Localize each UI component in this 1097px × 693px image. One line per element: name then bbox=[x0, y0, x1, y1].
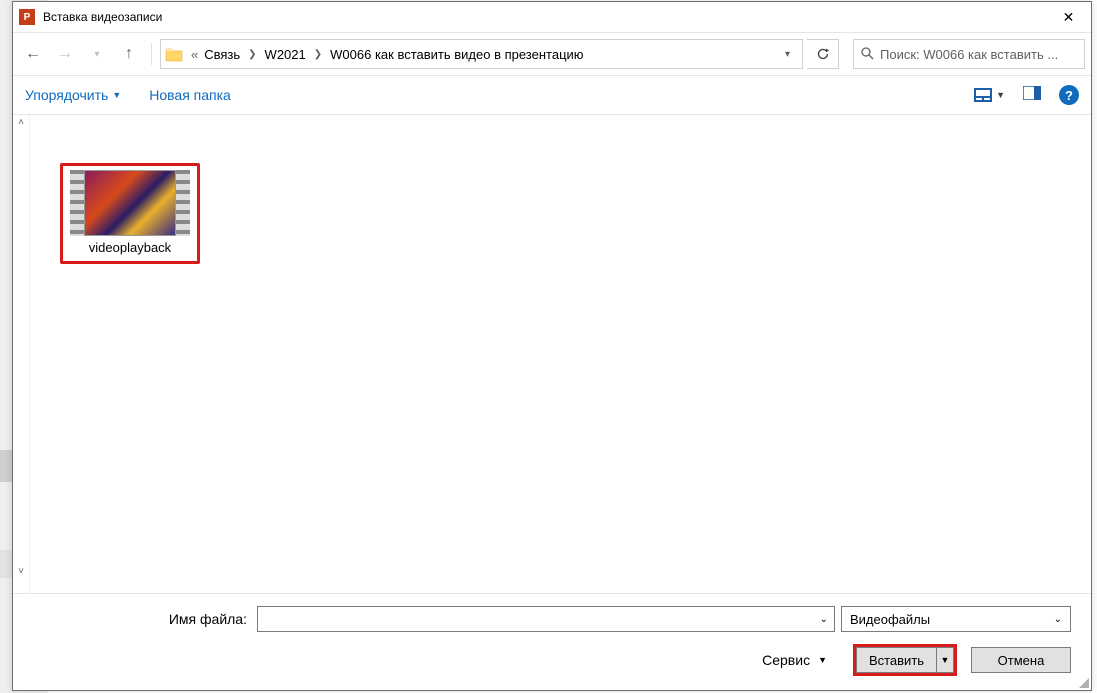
preview-pane-icon bbox=[1023, 86, 1041, 100]
filename-label: Имя файла: bbox=[33, 611, 251, 627]
chevron-down-icon: ▼ bbox=[112, 90, 121, 100]
address-bar[interactable]: « Связь ❯ W2021 ❯ W0066 как вставить вид… bbox=[160, 39, 803, 69]
command-bar: Упорядочить ▼ Новая папка ▼ ? bbox=[13, 75, 1091, 115]
filename-input[interactable]: ⌄ bbox=[257, 606, 835, 632]
film-strip-icon bbox=[176, 170, 190, 236]
refresh-button[interactable] bbox=[807, 39, 839, 69]
powerpoint-icon: P bbox=[19, 9, 35, 25]
chevron-down-icon: ⌄ bbox=[1054, 614, 1062, 625]
dialog-title: Вставка видеозаписи bbox=[43, 10, 1046, 24]
dialog-footer: Имя файла: ⌄ Видеофайлы ⌄ Сервис ▼ Встав… bbox=[13, 593, 1091, 690]
file-browser-area: ˄ ˅ videoplayback bbox=[13, 115, 1091, 593]
search-placeholder: Поиск: W0066 как вставить ... bbox=[880, 47, 1058, 62]
new-folder-label: Новая папка bbox=[149, 87, 231, 103]
insert-button[interactable]: Вставить bbox=[856, 647, 936, 673]
breadcrumb[interactable]: W2021 bbox=[265, 47, 306, 62]
cancel-button[interactable]: Отмена bbox=[971, 647, 1071, 673]
address-dropdown[interactable]: ▾ bbox=[777, 49, 798, 60]
chevron-down-icon: ▼ bbox=[996, 90, 1005, 100]
chevron-down-icon: ▼ bbox=[818, 655, 827, 665]
search-input[interactable]: Поиск: W0066 как вставить ... bbox=[853, 39, 1085, 69]
scroll-up-icon: ˄ bbox=[18, 117, 24, 128]
file-list[interactable]: videoplayback bbox=[30, 115, 1091, 593]
video-thumbnail bbox=[70, 170, 190, 236]
navigation-row: ← → ▾ ↑ « Связь ❯ W2021 ❯ W0066 как вста… bbox=[13, 33, 1091, 75]
separator bbox=[151, 43, 152, 65]
help-button[interactable]: ? bbox=[1059, 85, 1079, 105]
file-item-selected[interactable]: videoplayback bbox=[60, 163, 200, 264]
up-button[interactable]: ↑ bbox=[115, 40, 143, 68]
insert-button-highlight: Вставить ▼ bbox=[853, 644, 957, 676]
scroll-down-icon: ˅ bbox=[18, 566, 24, 577]
film-strip-icon bbox=[70, 170, 84, 236]
filetype-value: Видеофайлы bbox=[850, 612, 930, 627]
breadcrumb[interactable]: Связь bbox=[204, 47, 240, 62]
forward-button[interactable]: → bbox=[51, 40, 79, 68]
back-button[interactable]: ← bbox=[19, 40, 47, 68]
thumbnails-icon bbox=[974, 88, 992, 102]
folder-icon bbox=[165, 46, 183, 62]
search-icon bbox=[860, 46, 874, 63]
service-label: Сервис bbox=[762, 652, 810, 668]
file-name: videoplayback bbox=[67, 240, 193, 255]
nav-pane-scrollbar[interactable]: ˄ ˅ bbox=[13, 115, 30, 593]
breadcrumb[interactable]: W0066 как вставить видео в презентацию bbox=[330, 47, 583, 62]
refresh-icon bbox=[816, 47, 830, 61]
chevron-right-icon[interactable]: ❯ bbox=[308, 49, 328, 60]
close-button[interactable]: ✕ bbox=[1046, 2, 1091, 33]
view-mode-button[interactable]: ▼ bbox=[974, 88, 1005, 102]
resize-grip[interactable] bbox=[1077, 676, 1089, 688]
preview-pane-button[interactable] bbox=[1023, 86, 1041, 105]
recent-locations-button[interactable]: ▾ bbox=[83, 40, 111, 68]
insert-dropdown-button[interactable]: ▼ bbox=[936, 647, 954, 673]
service-button[interactable]: Сервис ▼ bbox=[762, 652, 827, 668]
filetype-select[interactable]: Видеофайлы ⌄ bbox=[841, 606, 1071, 632]
chevron-down-icon[interactable]: ⌄ bbox=[820, 614, 828, 625]
titlebar: P Вставка видеозаписи ✕ bbox=[13, 2, 1091, 33]
insert-video-dialog: P Вставка видеозаписи ✕ ← → ▾ ↑ « Связь … bbox=[12, 1, 1092, 691]
breadcrumb-prefix: « bbox=[191, 47, 202, 62]
organize-button[interactable]: Упорядочить ▼ bbox=[25, 87, 121, 103]
chevron-right-icon[interactable]: ❯ bbox=[242, 49, 262, 60]
new-folder-button[interactable]: Новая папка bbox=[149, 87, 231, 103]
organize-label: Упорядочить bbox=[25, 87, 108, 103]
